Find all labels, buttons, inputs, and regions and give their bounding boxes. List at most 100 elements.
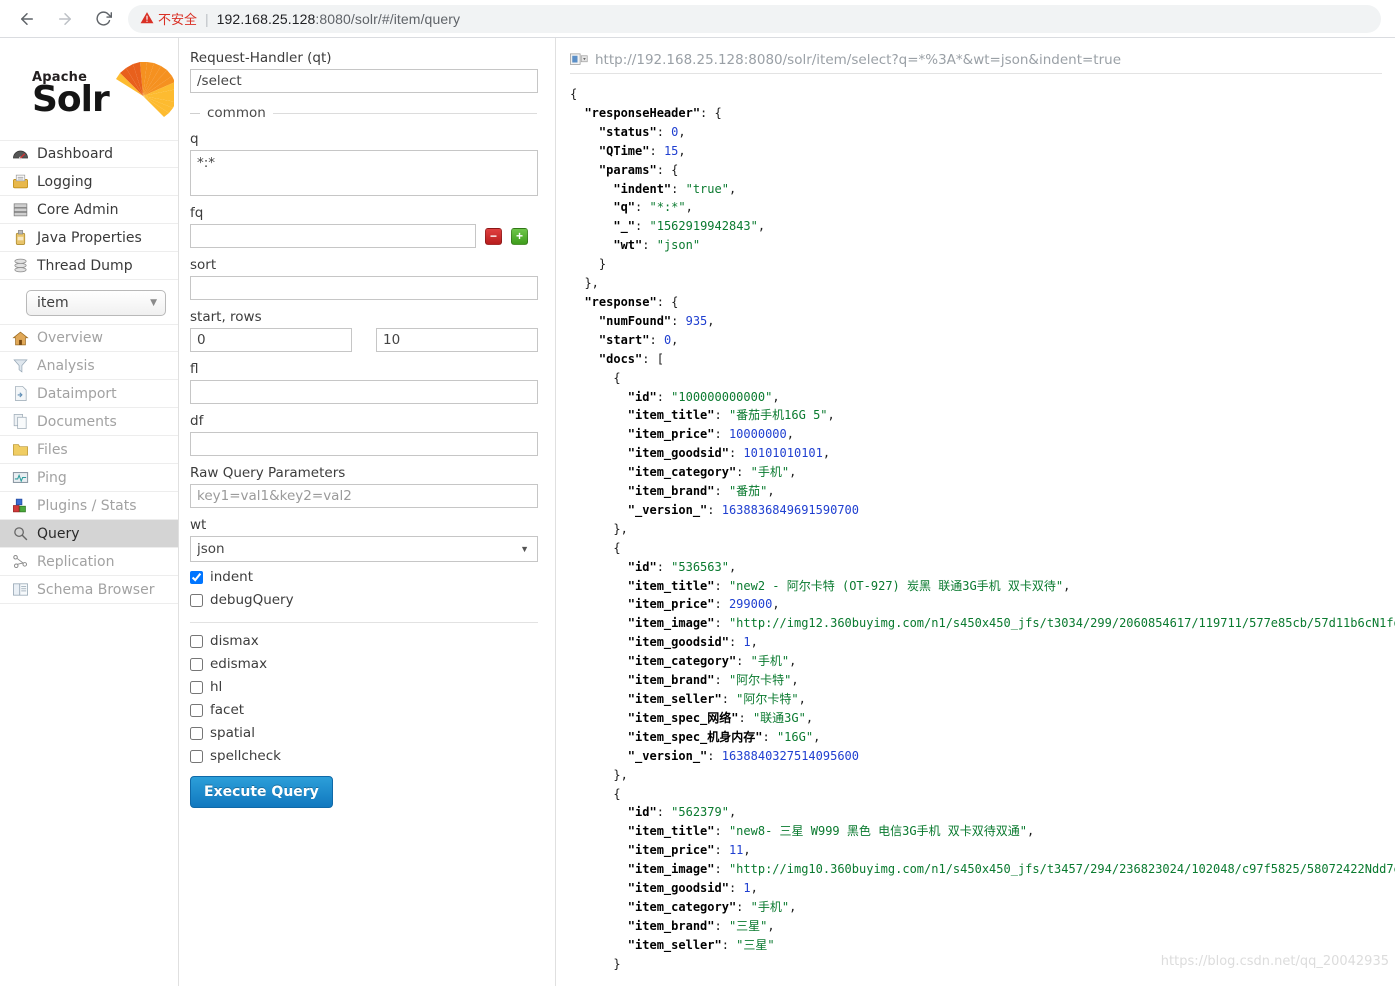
checkbox-label: spatial [210, 725, 255, 741]
sidebar-item-label: Files [37, 441, 68, 458]
global-nav: Dashboard Logging Core Admin Java Proper… [0, 140, 178, 280]
sidebar: Apache Solr Dashboard Logging Core Admin… [0, 38, 179, 986]
documents-icon [12, 413, 29, 430]
edismax-checkbox[interactable] [190, 657, 203, 671]
core-selector-wrapper: item ▼ [0, 280, 178, 324]
thread-dump-icon [12, 257, 29, 274]
json-response-output: { "responseHeader": { "status": 0, "QTim… [570, 87, 1395, 971]
sidebar-item-label: Analysis [37, 357, 95, 374]
sidebar-item-label: Documents [37, 413, 117, 430]
raw-query-parameters-input[interactable] [190, 484, 538, 508]
fl-label: fl [190, 361, 199, 377]
fq-row: − + [190, 224, 537, 248]
sidebar-item-dashboard[interactable]: Dashboard [0, 140, 178, 168]
solr-logo[interactable]: Apache Solr [0, 56, 178, 134]
minus-icon[interactable]: − [485, 227, 502, 245]
sidebar-item-overview[interactable]: Overview [0, 324, 178, 352]
sidebar-item-label: Schema Browser [37, 581, 155, 598]
core-nav: Overview Analysis Dataimport Documents F… [0, 324, 178, 604]
logo-solr-text: Solr [32, 79, 110, 120]
request-handler-input[interactable] [190, 69, 538, 93]
magnifier-icon [12, 525, 29, 542]
result-url-bar: http://192.168.25.128:8080/solr/item/sel… [570, 46, 1382, 74]
spellcheck-checkbox[interactable] [190, 749, 203, 763]
fq-label: fq [190, 205, 204, 221]
checkbox-row-facet[interactable]: facet [190, 702, 537, 718]
raw-query-parameters-label: Raw Query Parameters [190, 465, 346, 481]
forward-button[interactable] [48, 2, 82, 36]
plus-icon[interactable]: + [511, 227, 528, 245]
java-properties-icon [12, 229, 29, 246]
security-warning-label: 不安全 [158, 12, 198, 27]
facet-checkbox[interactable] [190, 703, 203, 717]
core-selector[interactable]: item ▼ [26, 290, 166, 316]
debugquery-checkbox[interactable] [190, 593, 203, 607]
checkbox-row-dismax[interactable]: dismax [190, 633, 537, 649]
wt-select[interactable]: jsonxmlpythonrubyphpcsv [190, 536, 538, 562]
sidebar-item-java-properties[interactable]: Java Properties [0, 224, 178, 252]
url-text: 192.168.25.128:8080/solr/#/item/query [217, 11, 460, 27]
checkbox-label: debugQuery [210, 592, 294, 608]
sidebar-item-replication[interactable]: Replication [0, 548, 178, 576]
legend-rule [272, 112, 537, 114]
result-url-label: http://192.168.25.128:8080/solr/item/sel… [595, 51, 1122, 68]
sidebar-item-plugins-stats[interactable]: Plugins / Stats [0, 492, 178, 520]
checkbox-row-indent[interactable]: indent [190, 569, 537, 585]
logging-icon [12, 173, 29, 190]
forward-arrow-icon [56, 10, 74, 28]
hl-checkbox[interactable] [190, 680, 203, 694]
back-button[interactable] [10, 2, 44, 36]
sort-input[interactable] [190, 276, 538, 300]
fl-input[interactable] [190, 380, 538, 404]
df-input[interactable] [190, 432, 538, 456]
execute-query-button[interactable]: Execute Query [190, 776, 333, 808]
checkbox-row-spellcheck[interactable]: spellcheck [190, 748, 537, 764]
core-selector-value: item [37, 295, 69, 311]
url-host: 192.168.25.128 [216, 10, 316, 27]
back-arrow-icon [18, 10, 36, 28]
reload-button[interactable] [86, 2, 120, 36]
q-input[interactable]: *:* [190, 150, 538, 196]
sidebar-item-label: Dashboard [37, 146, 113, 162]
checkbox-label: indent [210, 569, 254, 585]
checkbox-divider [190, 622, 538, 623]
start-input[interactable] [190, 328, 352, 352]
fq-input[interactable] [190, 224, 476, 248]
external-link-icon[interactable] [570, 53, 588, 66]
sidebar-item-logging[interactable]: Logging [0, 168, 178, 196]
sidebar-item-core-admin[interactable]: Core Admin [0, 196, 178, 224]
solr-sunburst-icon [112, 60, 177, 125]
wt-label: wt [190, 517, 207, 533]
security-indicator[interactable]: 不安全 [140, 9, 197, 28]
folder-icon [12, 441, 29, 458]
address-bar[interactable]: 不安全 | 192.168.25.128:8080/solr/#/item/qu… [128, 4, 1381, 33]
sidebar-item-label: Query [37, 525, 80, 542]
sidebar-item-analysis[interactable]: Analysis [0, 352, 178, 380]
chevron-down-icon: ▼ [150, 298, 157, 308]
start-rows-label: start, rows [190, 309, 262, 325]
sidebar-item-label: Thread Dump [37, 257, 133, 274]
warning-triangle-icon [140, 11, 154, 27]
sidebar-item-label: Dataimport [37, 385, 117, 402]
sidebar-item-schema-browser[interactable]: Schema Browser [0, 576, 178, 604]
sidebar-item-query[interactable]: Query [0, 520, 178, 548]
request-handler-label: Request-Handler (qt) [190, 50, 332, 66]
q-label: q [190, 131, 199, 147]
sidebar-item-dataimport[interactable]: Dataimport [0, 380, 178, 408]
checkbox-row-edismax[interactable]: edismax [190, 656, 537, 672]
sidebar-item-label: Plugins / Stats [37, 497, 137, 514]
solr-admin-page: Apache Solr Dashboard Logging Core Admin… [0, 38, 1395, 986]
sidebar-item-files[interactable]: Files [0, 436, 178, 464]
rows-input[interactable] [376, 328, 538, 352]
url-path: :8080/solr/#/item/query [315, 10, 461, 27]
sidebar-item-documents[interactable]: Documents [0, 408, 178, 436]
indent-checkbox[interactable] [190, 570, 203, 584]
spatial-checkbox[interactable] [190, 726, 203, 740]
reload-icon [95, 10, 112, 27]
sidebar-item-thread-dump[interactable]: Thread Dump [0, 252, 178, 280]
checkbox-row-spatial[interactable]: spatial [190, 725, 537, 741]
checkbox-row-debugquery[interactable]: debugQuery [190, 592, 537, 608]
dismax-checkbox[interactable] [190, 634, 203, 648]
checkbox-row-hl[interactable]: hl [190, 679, 537, 695]
sidebar-item-ping[interactable]: Ping [0, 464, 178, 492]
